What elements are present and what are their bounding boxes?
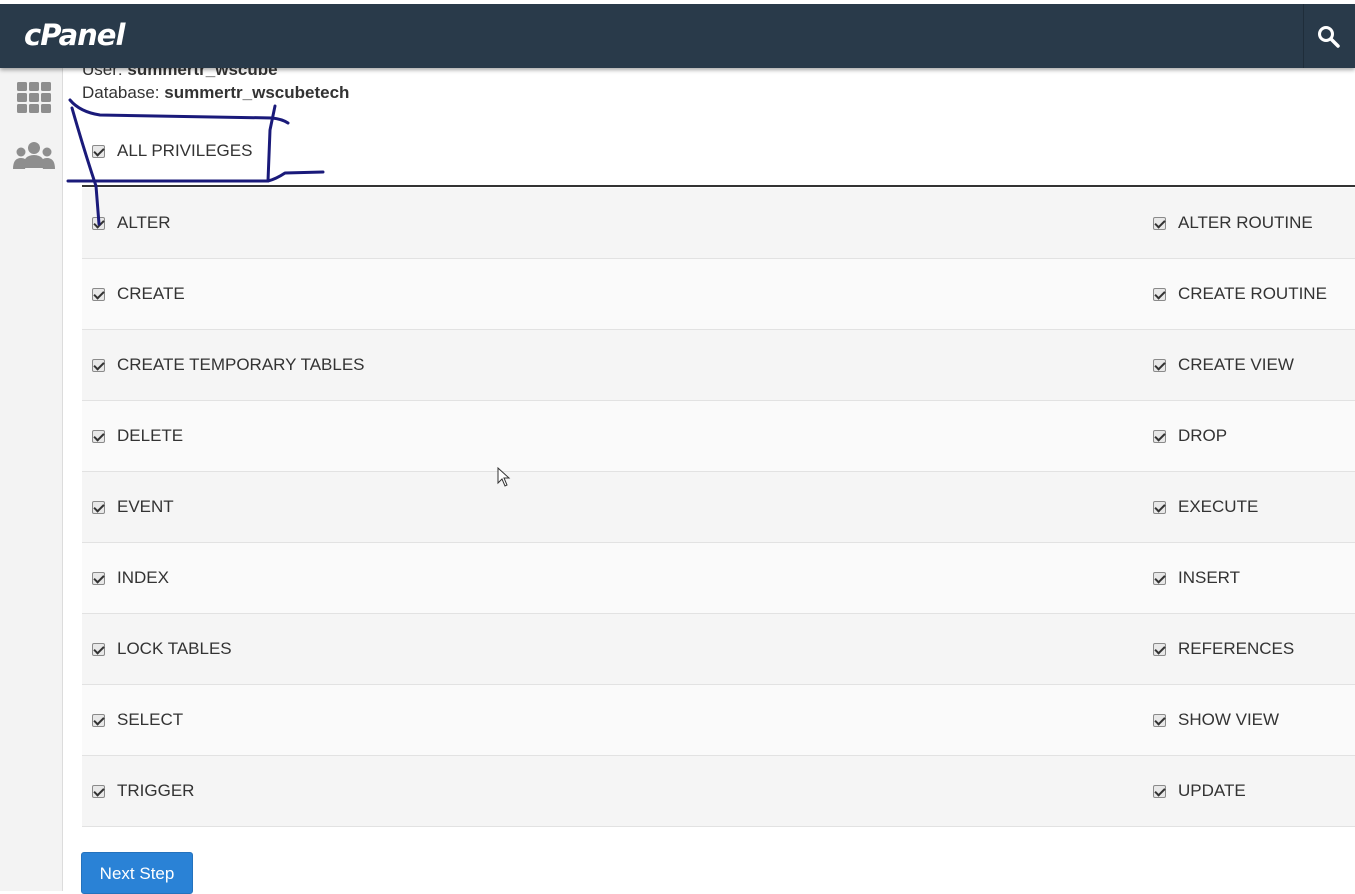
privilege-checkbox[interactable] — [92, 288, 105, 301]
privilege-checkbox[interactable] — [1153, 217, 1166, 230]
privilege-label: SHOW VIEW — [1178, 710, 1280, 729]
privilege-label: SELECT — [117, 710, 184, 729]
privilege-label: INSERT — [1178, 568, 1241, 587]
privilege-label: REFERENCES — [1178, 639, 1295, 658]
privilege-checkbox[interactable] — [1153, 643, 1166, 656]
sidebar — [0, 68, 63, 891]
privilege-label: INDEX — [117, 568, 169, 587]
privilege-row: INDEX INSERT — [82, 543, 1355, 614]
privilege-checkbox[interactable] — [92, 359, 105, 372]
privilege-row: CREATE CREATE ROUTINE — [82, 259, 1355, 330]
privilege-label: UPDATE — [1178, 781, 1246, 800]
privilege-label: CREATE ROUTINE — [1178, 284, 1327, 303]
privilege-label: DELETE — [117, 426, 184, 445]
privilege-checkbox[interactable] — [1153, 359, 1166, 372]
privilege-label: ALTER ROUTINE — [1178, 213, 1313, 232]
grid-icon[interactable] — [12, 80, 56, 120]
privilege-label: ALTER — [117, 213, 171, 232]
privilege-label: CREATE TEMPORARY TABLES — [117, 355, 365, 374]
database-line: Database: summertr_wscubetech — [82, 83, 349, 103]
privilege-label: EXECUTE — [1178, 497, 1259, 516]
privilege-label: CREATE VIEW — [1178, 355, 1294, 374]
privilege-row: CREATE TEMPORARY TABLES CREATE VIEW — [82, 330, 1355, 401]
privilege-label: TRIGGER — [117, 781, 195, 800]
top-navbar: cPanel — [0, 0, 1355, 68]
privilege-checkbox[interactable] — [1153, 714, 1166, 727]
privilege-checkbox[interactable] — [92, 785, 105, 798]
privilege-checkbox[interactable] — [1153, 785, 1166, 798]
privilege-row: EVENT EXECUTE — [82, 472, 1355, 543]
privilege-checkbox[interactable] — [92, 643, 105, 656]
privilege-checkbox[interactable] — [92, 714, 105, 727]
all-privileges-divider — [82, 185, 1355, 187]
all-privileges-checkbox[interactable] — [92, 145, 105, 158]
users-icon[interactable] — [12, 138, 56, 178]
mouse-cursor-icon — [497, 466, 511, 492]
database-label: Database: — [82, 83, 160, 102]
privilege-checkbox[interactable] — [1153, 572, 1166, 585]
privilege-checkbox[interactable] — [92, 572, 105, 585]
privilege-label: EVENT — [117, 497, 174, 516]
privilege-row: DELETE DROP — [82, 401, 1355, 472]
privilege-checkbox[interactable] — [92, 217, 105, 230]
privilege-checkbox[interactable] — [1153, 288, 1166, 301]
cpanel-logo[interactable]: cPanel — [24, 18, 125, 52]
privilege-row: TRIGGER UPDATE — [82, 756, 1355, 827]
next-step-button[interactable]: Next Step — [81, 852, 193, 894]
privilege-checkbox[interactable] — [92, 430, 105, 443]
privilege-label: LOCK TABLES — [117, 639, 232, 658]
search-icon[interactable] — [1316, 24, 1342, 50]
privilege-label: DROP — [1178, 426, 1228, 445]
privilege-checkbox[interactable] — [92, 501, 105, 514]
privilege-checkbox[interactable] — [1153, 501, 1166, 514]
privilege-label: CREATE — [117, 284, 185, 303]
privilege-row: SELECT SHOW VIEW — [82, 685, 1355, 756]
all-privileges-label: ALL PRIVILEGES — [117, 141, 253, 160]
navbar-divider — [1303, 4, 1304, 68]
database-value: summertr_wscubetech — [164, 83, 350, 102]
privilege-checkbox[interactable] — [1153, 430, 1166, 443]
privilege-row: ALTER ALTER ROUTINE — [82, 188, 1355, 259]
privilege-row: LOCK TABLES REFERENCES — [82, 614, 1355, 685]
